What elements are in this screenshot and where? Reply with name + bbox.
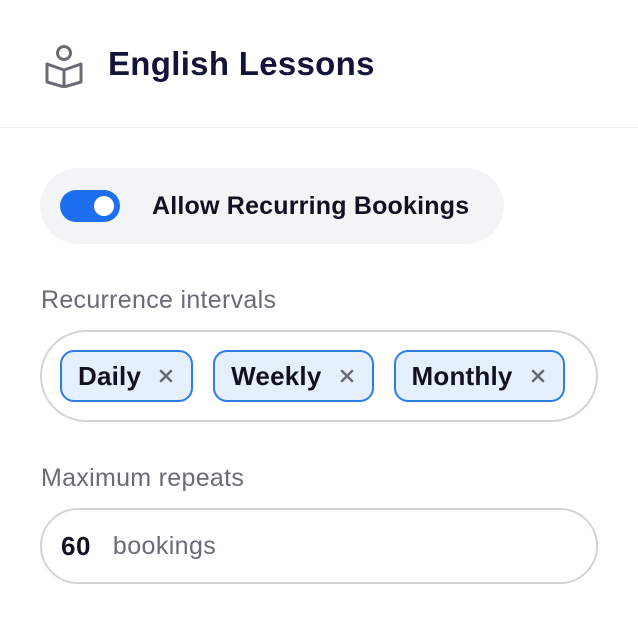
remove-monthly-icon[interactable] xyxy=(527,365,549,387)
recurring-bookings-row: Allow Recurring Bookings xyxy=(40,168,504,244)
page-title: English Lessons xyxy=(108,44,375,82)
recurring-bookings-toggle[interactable] xyxy=(60,190,120,222)
recurrence-intervals-input[interactable]: Daily Weekly Monthly xyxy=(40,330,598,422)
maximum-repeats-input[interactable]: 60 bookings xyxy=(40,508,598,584)
interval-tag-monthly: Monthly xyxy=(393,350,565,402)
repeats-value[interactable]: 60 xyxy=(61,531,91,562)
maximum-repeats-label: Maximum repeats xyxy=(41,464,245,492)
repeats-unit: bookings xyxy=(112,531,217,560)
page-header: English Lessons xyxy=(0,0,638,128)
book-reader-icon xyxy=(44,44,84,88)
tag-label: Daily xyxy=(78,360,142,391)
recurrence-intervals-label: Recurrence intervals xyxy=(41,286,277,314)
remove-daily-icon[interactable] xyxy=(155,365,177,387)
remove-weekly-icon[interactable] xyxy=(336,365,358,387)
toggle-knob xyxy=(94,196,114,216)
interval-tag-daily: Daily xyxy=(60,350,194,402)
tag-label: Weekly xyxy=(231,360,322,391)
recurring-bookings-label: Allow Recurring Bookings xyxy=(152,191,470,220)
interval-tag-weekly: Weekly xyxy=(213,350,374,402)
tag-label: Monthly xyxy=(411,360,513,391)
